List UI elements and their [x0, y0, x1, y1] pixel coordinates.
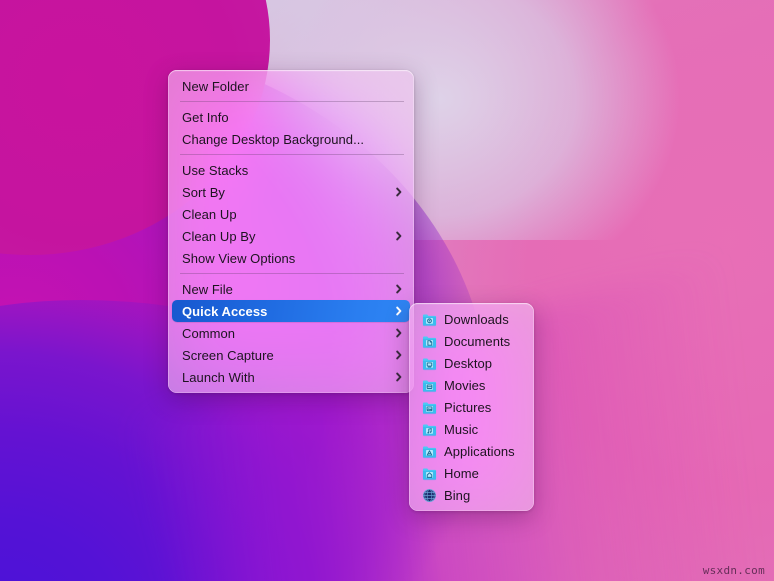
submenu-item-label: Downloads: [444, 312, 524, 327]
submenu-item-pictures[interactable]: Pictures: [409, 396, 534, 418]
menu-separator: [180, 101, 404, 102]
submenu-item-movies[interactable]: Movies: [409, 374, 534, 396]
folder-music-icon: [422, 422, 437, 437]
menu-item-label: Clean Up: [182, 207, 404, 222]
submenu-item-label: Home: [444, 466, 524, 481]
menu-item-use-stacks[interactable]: Use Stacks: [168, 159, 414, 181]
menu-item-common[interactable]: Common: [168, 322, 414, 344]
chevron-right-icon: [394, 231, 404, 241]
desktop-context-menu[interactable]: New Folder Get Info Change Desktop Backgro…: [168, 70, 414, 393]
chevron-right-icon: [394, 372, 404, 382]
menu-item-new-file[interactable]: New File: [168, 278, 414, 300]
submenu-item-label: Documents: [444, 334, 524, 349]
submenu-item-label: Bing: [444, 488, 524, 503]
menu-item-label: Get Info: [182, 110, 404, 125]
submenu-item-desktop[interactable]: Desktop: [409, 352, 534, 374]
submenu-item-label: Applications: [444, 444, 524, 459]
chevron-right-icon: [394, 284, 404, 294]
chevron-right-icon: [394, 187, 404, 197]
menu-item-label: Quick Access: [182, 304, 388, 319]
submenu-item-label: Movies: [444, 378, 524, 393]
menu-separator: [180, 154, 404, 155]
submenu-item-downloads[interactable]: Downloads: [409, 308, 534, 330]
menu-item-sort-by[interactable]: Sort By: [168, 181, 414, 203]
menu-item-clean-up-by[interactable]: Clean Up By: [168, 225, 414, 247]
quick-access-submenu[interactable]: Downloads Documents Desktop Movies Pictures M…: [409, 303, 534, 511]
folder-applications-icon: [422, 444, 437, 459]
menu-item-label: Common: [182, 326, 388, 341]
chevron-right-icon: [394, 350, 404, 360]
globe-icon: [422, 488, 437, 503]
chevron-right-icon: [394, 328, 404, 338]
menu-item-quick-access[interactable]: Quick Access: [172, 300, 410, 322]
menu-item-label: Screen Capture: [182, 348, 388, 363]
submenu-item-label: Desktop: [444, 356, 524, 371]
folder-movies-icon: [422, 378, 437, 393]
site-watermark: wsxdn.com: [703, 564, 765, 577]
menu-item-label: New Folder: [182, 79, 404, 94]
menu-item-label: Use Stacks: [182, 163, 404, 178]
submenu-item-home[interactable]: Home: [409, 462, 534, 484]
menu-item-label: New File: [182, 282, 388, 297]
folder-desktop-icon: [422, 356, 437, 371]
menu-separator: [180, 273, 404, 274]
menu-item-label: Show View Options: [182, 251, 404, 266]
submenu-item-documents[interactable]: Documents: [409, 330, 534, 352]
menu-item-launch-with[interactable]: Launch With: [168, 366, 414, 388]
submenu-item-label: Pictures: [444, 400, 524, 415]
folder-pictures-icon: [422, 400, 437, 415]
menu-item-label: Clean Up By: [182, 229, 388, 244]
chevron-right-icon: [394, 306, 404, 316]
folder-home-icon: [422, 466, 437, 481]
submenu-item-music[interactable]: Music: [409, 418, 534, 440]
menu-item-label: Sort By: [182, 185, 388, 200]
menu-item-get-info[interactable]: Get Info: [168, 106, 414, 128]
menu-item-label: Launch With: [182, 370, 388, 385]
menu-item-new-folder[interactable]: New Folder: [168, 75, 414, 97]
folder-downloads-icon: [422, 312, 437, 327]
menu-item-change-desktop-background[interactable]: Change Desktop Background...: [168, 128, 414, 150]
menu-item-show-view-options[interactable]: Show View Options: [168, 247, 414, 269]
submenu-item-label: Music: [444, 422, 524, 437]
submenu-item-bing[interactable]: Bing: [409, 484, 534, 506]
menu-item-clean-up[interactable]: Clean Up: [168, 203, 414, 225]
submenu-item-applications[interactable]: Applications: [409, 440, 534, 462]
menu-item-label: Change Desktop Background...: [182, 132, 404, 147]
folder-documents-icon: [422, 334, 437, 349]
menu-item-screen-capture[interactable]: Screen Capture: [168, 344, 414, 366]
